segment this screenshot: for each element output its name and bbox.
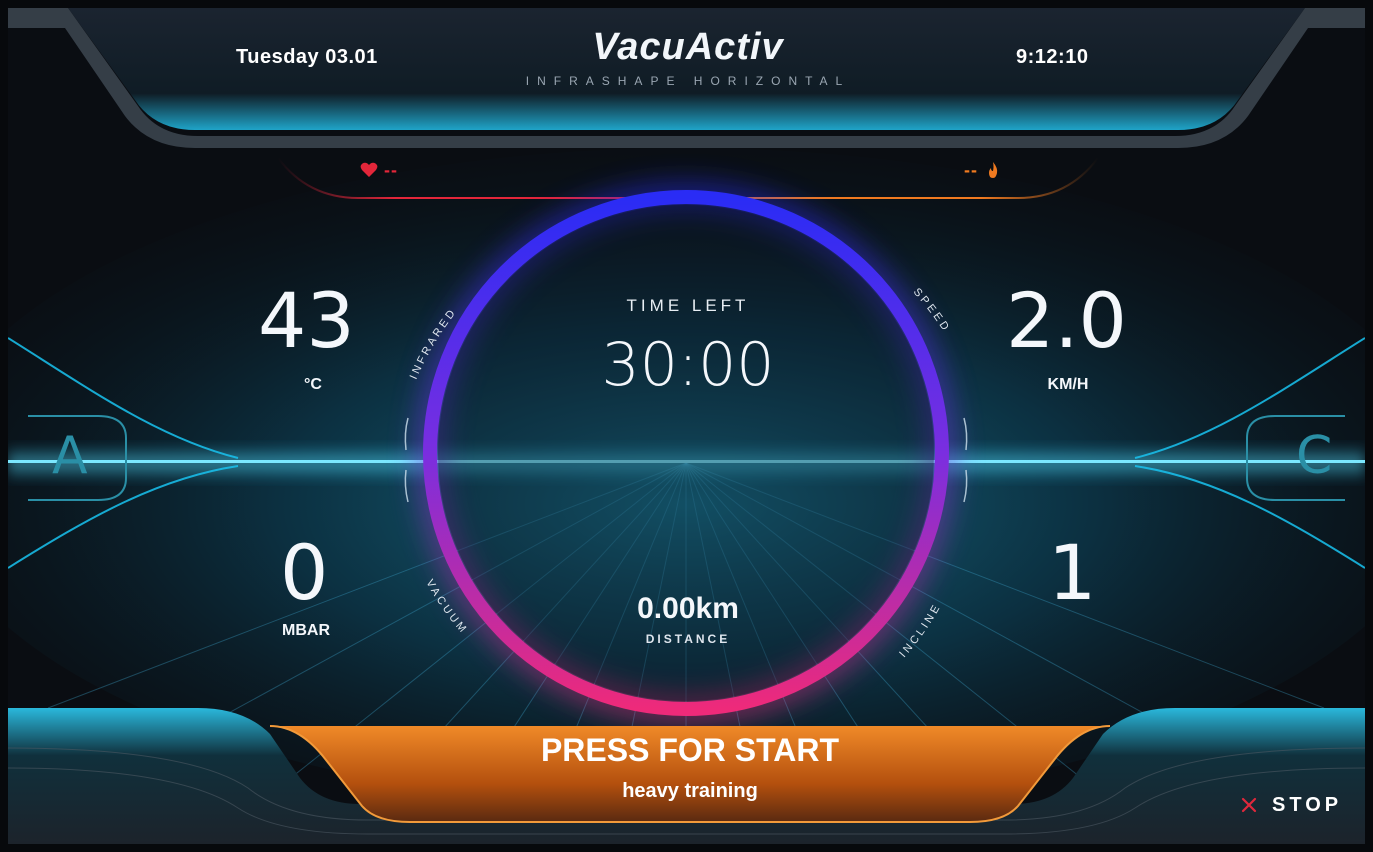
heart-rate-value: --	[384, 160, 398, 180]
infrared-unit: °C	[304, 376, 322, 393]
vacuum-unit: MBAR	[282, 622, 330, 639]
date-display: Tuesday 03.01	[236, 46, 378, 68]
gauge-labels: INFRARED SPEED VACUUM INCLINE	[408, 286, 953, 660]
vacuum-value: 0	[280, 528, 329, 617]
stop-label: STOP	[1272, 793, 1343, 816]
start-button-subtitle[interactable]: heavy training	[270, 780, 1110, 803]
distance-value: 0.00km	[637, 592, 739, 625]
heart-icon	[360, 162, 378, 177]
speed-label: SPEED	[911, 286, 953, 335]
close-icon	[1241, 797, 1257, 813]
infrared-value: 43	[258, 276, 355, 365]
stop-button[interactable]: STOP	[1240, 790, 1342, 820]
model-subtitle: INFRASHAPE HORIZONTAL	[525, 74, 851, 88]
program-a-button[interactable]: A	[52, 426, 88, 486]
speed-unit: KM/H	[1047, 376, 1089, 393]
clock-display: 9:12:10	[1016, 46, 1089, 68]
distance-label: DISTANCE	[645, 632, 731, 646]
vacuum-label: VACUUM	[423, 578, 470, 637]
calories-value: --	[964, 160, 978, 180]
heart-rate-display: --	[360, 160, 398, 181]
program-c-button[interactable]: C	[1296, 426, 1332, 486]
incline-label: INCLINE	[897, 601, 944, 660]
start-button-title[interactable]: PRESS FOR START	[270, 732, 1110, 769]
speed-value: 2.0	[1006, 276, 1127, 365]
time-left-label: TIME LEFT	[626, 296, 750, 315]
infrared-label: INFRARED	[408, 306, 460, 381]
time-left-value: 30:00	[601, 330, 775, 400]
dashboard-screen: INFRARED SPEED VACUUM INCLINE Tuesday 03…	[8, 8, 1365, 844]
calories-display: --	[964, 160, 1000, 181]
flame-icon	[989, 162, 998, 178]
brand-logo: VacuActiv	[592, 26, 784, 68]
incline-value: 1	[1048, 528, 1097, 617]
